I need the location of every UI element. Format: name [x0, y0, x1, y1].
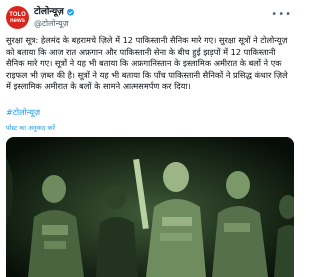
account-handle[interactable]: @टोलोन्यूज़ [34, 18, 69, 29]
tweet-header: TOLO news टोलोन्यूज़ @टोलोन्यूज़ ••• [6, 4, 294, 32]
night-vision-soldiers-image [6, 137, 294, 277]
tweet-media-image[interactable] [6, 137, 294, 277]
more-options-icon[interactable]: ••• [271, 10, 292, 20]
verified-badge-icon [66, 8, 74, 16]
name-row: टोलोन्यूज़ [34, 6, 75, 18]
hashtag-link[interactable]: #टोलोन्यूज़ [6, 107, 40, 118]
translate-post-link[interactable]: पोस्ट का अनुवाद करें [6, 124, 55, 133]
account-name[interactable]: टोलोन्यूज़ [34, 6, 64, 18]
avatar[interactable]: TOLO news [6, 6, 29, 29]
tweet-text: सुरक्षा सूत्र: हेलमंद के बहरामचे ज़िले म… [6, 35, 288, 92]
